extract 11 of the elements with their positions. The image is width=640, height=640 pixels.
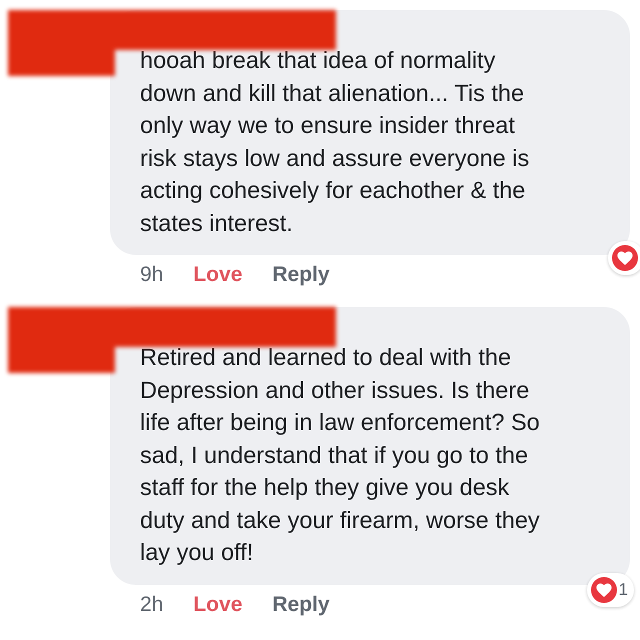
- love-link[interactable]: Love: [193, 263, 242, 287]
- reaction-count: 1: [618, 580, 628, 600]
- comment-text: Retired and learned to deal with the Depression and other issues. Is there life after being in law enforcement? So sad, I understand that if you go to the staff for the help they give you desk duty and take your firearm, worse they lay you off!: [140, 343, 541, 567]
- reply-link[interactable]: Reply: [272, 263, 330, 287]
- love-link[interactable]: Love: [193, 592, 242, 616]
- reply-link[interactable]: Reply: [272, 592, 330, 616]
- reaction-badge[interactable]: [608, 241, 640, 275]
- reaction-badge[interactable]: 1: [586, 572, 634, 606]
- comment-time: 9h: [140, 263, 164, 287]
- comment-text: hooah break that idea of normality down and kill that alienation... Tis the only way we to ensure insider threat risk stays low and assure everyone is acting cohesively for eachother & the states interest.: [140, 46, 530, 238]
- comment-time: 2h: [140, 592, 164, 616]
